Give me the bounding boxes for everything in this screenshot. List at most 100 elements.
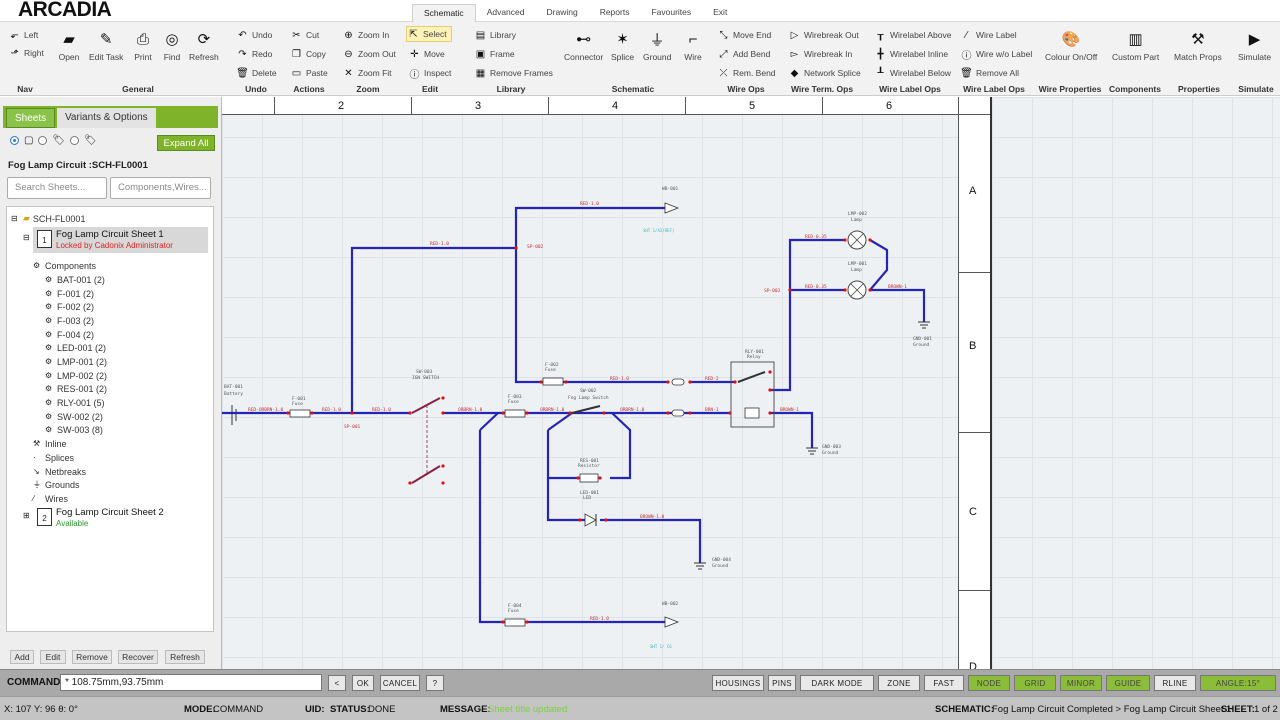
component-item[interactable]: ⚙ F-003 (2)	[45, 316, 94, 326]
remove-all-button[interactable]: 🗑 Remove All	[960, 65, 1019, 81]
tab-variants-options[interactable]: Variants & Options	[57, 108, 156, 128]
paste-button[interactable]: ▭ Paste	[290, 65, 328, 81]
select-button[interactable]: ⇱ Select	[406, 26, 452, 42]
remove-frames-button[interactable]: ▦ Remove Frames	[474, 65, 553, 81]
wirelabel-inline-button[interactable]: ╋ Wirelabel Inline	[874, 46, 948, 62]
wirebreak-in-button[interactable]: ▻ Wirebreak In	[788, 46, 853, 62]
copy-button[interactable]: ❐ Copy	[290, 46, 326, 62]
rline-toggle[interactable]: RLINE	[1154, 675, 1196, 691]
guide-toggle[interactable]: GUIDE	[1106, 675, 1150, 691]
tab-favourites[interactable]: Favourites	[640, 4, 702, 22]
frame-button[interactable]: ▣ Frame	[474, 46, 515, 62]
wire-without-label-button[interactable]: ⓘ Wire w/o Label	[960, 46, 1033, 62]
grid-toggle[interactable]: GRID	[1014, 675, 1056, 691]
recover-sheet-button[interactable]: Recover	[118, 650, 158, 664]
filter-radio-tags[interactable]	[38, 136, 48, 145]
wire-button[interactable]: ⌐ Wire	[682, 28, 704, 63]
component-item[interactable]: ⚙ RLY-001 (5)	[45, 398, 105, 408]
schematic-canvas[interactable]: 2 3 4 5 6 BAT-001 Battery RED-ORBRN-1.0 …	[222, 97, 990, 669]
tab-sheets[interactable]: Sheets	[6, 108, 56, 128]
tree-netbreaks[interactable]: ↘ Netbreaks	[33, 467, 86, 477]
tab-advanced[interactable]: Advanced	[476, 4, 536, 22]
refresh-sheets-button[interactable]: Refresh	[165, 650, 205, 664]
component-item[interactable]: ⚙ SW-003 (8)	[45, 425, 103, 435]
tree-components[interactable]: ⚙ Components	[33, 261, 96, 271]
add-sheet-button[interactable]: Add	[10, 650, 34, 664]
component-item[interactable]: ⚙ LMP-001 (2)	[45, 357, 107, 367]
component-item[interactable]: ⚙ SW-002 (2)	[45, 412, 103, 422]
nav-right-button[interactable]: ⬏ Right	[8, 45, 44, 61]
component-item[interactable]: ⚙ BAT-001 (2)	[45, 275, 105, 285]
search-sheets-input[interactable]: Search Sheets...	[7, 177, 107, 199]
colour-toggle-button[interactable]: 🎨 Colour On/Off	[1045, 28, 1097, 62]
inspect-button[interactable]: ⓘ Inspect	[408, 65, 452, 81]
tab-schematic[interactable]: Schematic	[412, 4, 476, 22]
edit-task-button[interactable]: ✎ Edit Task	[89, 28, 123, 62]
component-item[interactable]: ⚙ F-001 (2)	[45, 289, 94, 299]
component-item[interactable]: ⚙ LED-001 (2)	[45, 343, 106, 353]
refresh-button[interactable]: ⟳ Refresh	[189, 28, 219, 62]
sheet-item-1[interactable]: ⊟ 1 Fog Lamp Circuit Sheet 1 Locked by C…	[23, 227, 208, 253]
wirelabel-above-button[interactable]: ┰ Wirelabel Above	[874, 27, 951, 43]
command-cancel-button[interactable]: CANCEL	[380, 675, 420, 691]
move-button[interactable]: ✛ Move	[408, 46, 445, 62]
node-toggle[interactable]: NODE	[968, 675, 1010, 691]
rem-bend-button[interactable]: ⤫ Rem. Bend	[717, 65, 776, 81]
zone-toggle[interactable]: ZONE	[878, 675, 920, 691]
filter-radio-sheets[interactable]	[10, 136, 19, 145]
print-button[interactable]: ⎙ Print	[132, 28, 154, 63]
tab-drawing[interactable]: Drawing	[536, 4, 589, 22]
undo-button[interactable]: ↶ Undo	[236, 27, 272, 43]
redo-button[interactable]: ↷ Redo	[236, 46, 272, 62]
zoom-fit-button[interactable]: ✕ Zoom Fit	[342, 65, 391, 81]
command-back-button[interactable]: <	[328, 675, 346, 691]
edit-sheet-button[interactable]: Edit	[40, 650, 66, 664]
tree-inline[interactable]: ⚒ Inline	[33, 439, 67, 449]
custom-part-button[interactable]: ▥ Custom Part	[1112, 28, 1159, 62]
angle-toggle[interactable]: ANGLE:15°	[1200, 675, 1276, 691]
expand-all-button[interactable]: Expand All	[157, 135, 215, 151]
search-components-input[interactable]: Components,Wires...	[110, 177, 211, 199]
add-bend-button[interactable]: ⤢ Add Bend	[717, 46, 771, 62]
wire-label-button[interactable]: ⁄ Wire Label	[960, 27, 1017, 43]
splice-button[interactable]: ✶ Splice	[611, 28, 634, 62]
network-splice-button[interactable]: ◆ Network Splice	[788, 65, 861, 81]
wirelabel-below-button[interactable]: ┸ Wirelabel Below	[874, 65, 950, 81]
tree-splices[interactable]: · Splices	[33, 453, 74, 463]
tree-wires[interactable]: ⁄ Wires	[33, 494, 68, 504]
pins-toggle[interactable]: PINS	[768, 675, 796, 691]
component-item[interactable]: ⚙ LMP-002 (2)	[45, 371, 107, 381]
move-end-button[interactable]: ⤡ Move End	[717, 27, 772, 43]
tab-exit[interactable]: Exit	[702, 4, 738, 22]
tree-grounds[interactable]: ⏚ Grounds	[33, 480, 80, 490]
minor-toggle[interactable]: MINOR	[1060, 675, 1102, 691]
canvas-extension[interactable]	[990, 97, 1280, 669]
command-input[interactable]: * 108.75mm,93.75mm	[60, 674, 322, 691]
ground-button[interactable]: ⏚ Ground	[643, 28, 671, 63]
component-item[interactable]: ⚙ F-004 (2)	[45, 330, 94, 340]
match-props-button[interactable]: ⚒ Match Props	[1174, 28, 1222, 62]
library-button[interactable]: ▤ Library	[474, 27, 516, 43]
command-ok-button[interactable]: OK	[352, 675, 374, 691]
connector-button[interactable]: ⊷ Connector	[564, 28, 603, 62]
sheet-item-2[interactable]: ⊞ 2 Fog Lamp Circuit Sheet 2 Available	[23, 505, 208, 531]
command-help-button[interactable]: ?	[426, 675, 444, 691]
tree-root[interactable]: ⊟ ▰ SCH-FL0001	[11, 213, 85, 224]
simulate-button[interactable]: ▶ Simulate	[1238, 28, 1271, 62]
housings-toggle[interactable]: HOUSINGS	[712, 675, 764, 691]
tab-reports[interactable]: Reports	[589, 4, 641, 22]
zoom-in-button[interactable]: ⊕ Zoom In	[342, 27, 389, 43]
component-item[interactable]: ⚙ RES-001 (2)	[45, 384, 107, 394]
fast-toggle[interactable]: FAST	[924, 675, 964, 691]
filter-radio-tags-2[interactable]	[70, 136, 80, 145]
component-item[interactable]: ⚙ F-002 (2)	[45, 302, 94, 312]
dark-mode-toggle[interactable]: DARK MODE	[800, 675, 874, 691]
nav-left-button[interactable]: ⬐ Left	[8, 27, 38, 43]
open-button[interactable]: ▰ Open	[58, 28, 80, 62]
cut-button[interactable]: ✂ Cut	[290, 27, 319, 43]
wirebreak-out-button[interactable]: ▷ Wirebreak Out	[788, 27, 859, 43]
find-button[interactable]: ◎ Find	[161, 28, 183, 62]
zoom-out-button[interactable]: ⊖ Zoom Out	[342, 46, 396, 62]
delete-button[interactable]: 🗑 Delete	[236, 65, 276, 81]
remove-sheet-button[interactable]: Remove	[72, 650, 112, 664]
